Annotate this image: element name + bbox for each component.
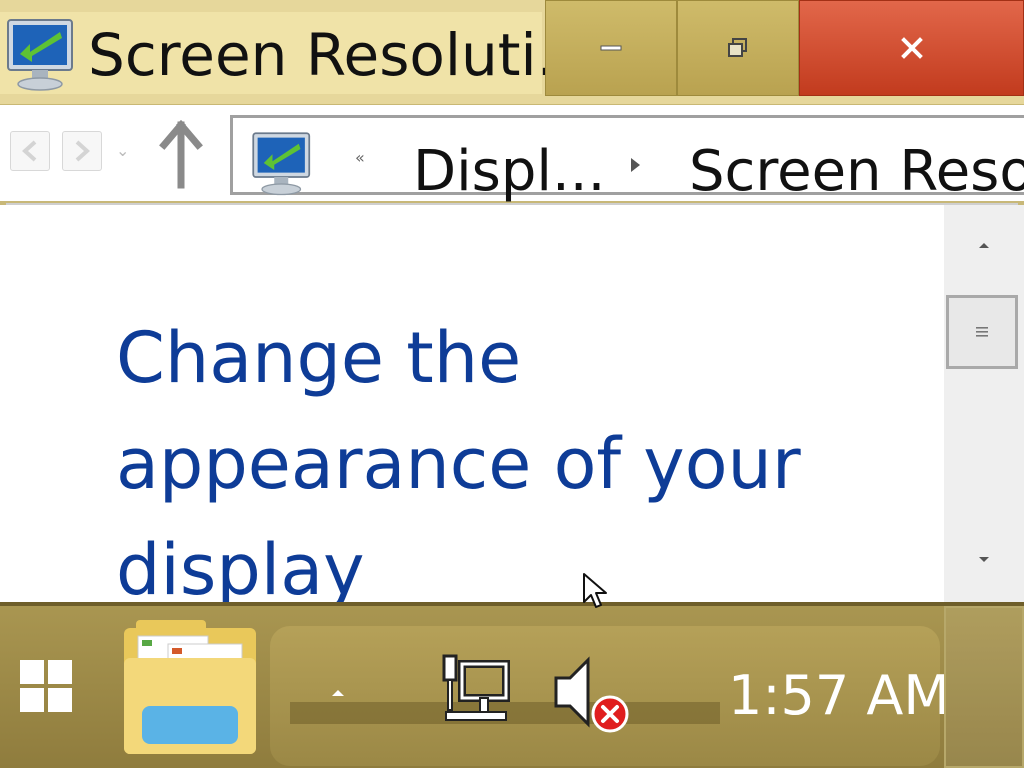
scroll-down-button[interactable] bbox=[944, 520, 1024, 600]
close-button[interactable] bbox=[799, 0, 1024, 96]
content-pane: Change the appearance of your display bbox=[0, 205, 944, 602]
minimize-icon bbox=[600, 45, 622, 51]
windows-logo-icon[interactable] bbox=[18, 658, 74, 714]
grip-icon bbox=[976, 327, 988, 337]
taskbar: 1:57 AM bbox=[0, 602, 1024, 768]
scroll-up-icon bbox=[979, 243, 989, 248]
up-arrow-icon[interactable] bbox=[156, 119, 206, 189]
back-button[interactable] bbox=[10, 131, 50, 171]
close-icon bbox=[900, 37, 923, 59]
navigation-bar: ⌄ « Displ... Screen Resol bbox=[0, 105, 1024, 204]
breadcrumb-separator-icon[interactable] bbox=[631, 158, 640, 172]
address-bar[interactable]: « Displ... Screen Resol bbox=[230, 115, 1024, 204]
restore-button[interactable] bbox=[677, 0, 799, 96]
vertical-scrollbar[interactable] bbox=[944, 205, 1024, 602]
show-desktop-button[interactable] bbox=[944, 606, 1024, 768]
page-heading: Change the appearance of your display bbox=[116, 317, 801, 602]
forward-arrow-icon bbox=[75, 140, 90, 162]
volume-muted-icon[interactable] bbox=[548, 652, 634, 736]
scroll-down-icon bbox=[979, 557, 989, 562]
recent-locations-dropdown[interactable]: ⌄ bbox=[116, 143, 129, 159]
title-bar[interactable]: Screen Resoluti... bbox=[0, 0, 1024, 105]
minimize-button[interactable] bbox=[545, 0, 677, 96]
mouse-pointer-icon bbox=[583, 573, 607, 608]
restore-icon bbox=[728, 38, 747, 57]
taskbar-clock[interactable]: 1:57 AM bbox=[728, 664, 950, 728]
network-wired-icon[interactable] bbox=[436, 652, 512, 728]
scroll-thumb[interactable] bbox=[946, 295, 1018, 369]
display-monitor-icon bbox=[252, 132, 311, 196]
show-hidden-icons-chevron[interactable] bbox=[330, 686, 346, 698]
display-monitor-icon[interactable] bbox=[2, 14, 82, 94]
scroll-up-button[interactable] bbox=[944, 205, 1024, 285]
window-title: Screen Resoluti... bbox=[88, 21, 592, 89]
folder-icon[interactable] bbox=[116, 614, 264, 764]
breadcrumb-display[interactable]: Displ... bbox=[413, 138, 605, 206]
back-arrow-icon bbox=[22, 140, 37, 162]
breadcrumb-overflow[interactable]: « bbox=[355, 148, 365, 167]
breadcrumb-screen-resolution[interactable]: Screen Resol bbox=[689, 138, 1024, 206]
forward-button[interactable] bbox=[62, 131, 102, 171]
